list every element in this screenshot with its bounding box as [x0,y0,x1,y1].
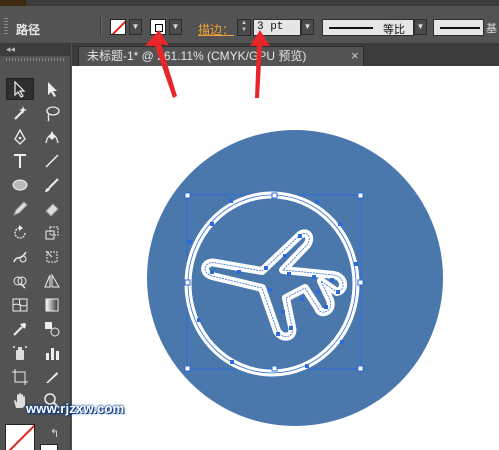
free-transform-icon [45,250,58,263]
pencil-tool[interactable] [6,198,34,220]
eyedropper-icon [13,323,26,336]
slice-tool[interactable] [38,366,66,388]
profile-value: 等比 [383,24,405,36]
artboard-icon [12,369,28,385]
rotate-icon [14,225,26,239]
selection-tool[interactable] [6,78,34,100]
eraser-icon [45,203,59,217]
annotation-arrow-fill [145,30,177,98]
profile-dropdown-chevron-icon[interactable]: ▼ [414,19,427,35]
document-tab[interactable]: 未标题-1* @ 261.11% (CMYK/GPU 预览) × [78,46,364,66]
toolbox-grip [6,58,66,61]
blend-tool[interactable] [38,318,66,340]
slice-icon [46,372,58,383]
ellipse-icon [12,179,28,191]
symbol-sprayer-tool[interactable] [6,342,34,364]
pen-icon [14,128,26,145]
curvature-icon [45,131,59,144]
stroke-weight-dropdown-chevron-icon[interactable]: ▼ [301,19,314,35]
warp-tool[interactable] [6,246,34,268]
column-graph-tool[interactable] [38,342,66,364]
profile-preview-line [329,27,373,29]
mesh-tool[interactable] [6,294,34,316]
scale-tool[interactable] [38,222,66,244]
shape-builder-tool[interactable] [6,270,34,292]
document-tab-title: 未标题-1* @ 261.11% (CMYK/GPU 预览) [87,49,307,63]
perspective-icon [44,273,60,288]
free-transform-tool[interactable] [38,246,66,268]
pen-tool[interactable] [6,126,34,148]
scale-icon [45,226,59,240]
variable-width-profile-select[interactable]: 等比 [322,19,414,36]
lasso-icon [46,106,60,122]
rotate-tool[interactable] [6,222,34,244]
direct-selection-tool[interactable] [38,78,66,100]
shape-builder-icon [13,276,27,289]
symbol-sprayer-icon [13,346,27,360]
artwork [147,130,443,426]
artboard-canvas[interactable] [72,66,499,450]
magic-wand-icon [14,106,27,120]
line-tool[interactable] [38,150,66,172]
brush-definition-select[interactable] [433,19,484,36]
type-tool[interactable] [6,150,34,172]
type-icon [14,154,26,168]
direct-selection-tool-icon [48,82,57,97]
stroke-panel-link[interactable]: 描边： [198,21,234,38]
line-icon [45,154,59,168]
gradient-tool[interactable] [38,294,66,316]
ellipse-tool[interactable] [6,174,34,196]
column-graph-icon [46,348,59,360]
panel-grip[interactable] [4,18,8,34]
warp-icon [13,251,27,263]
divider [100,15,101,37]
fill-color-swatch[interactable] [110,19,126,35]
mesh-icon [12,298,28,312]
eraser-tool[interactable] [38,198,66,220]
toolbox-header[interactable]: ◂◂ [0,44,71,61]
eyedropper-tool[interactable] [6,318,34,340]
annotation-arrow-stroke [250,30,270,98]
close-icon[interactable]: × [351,47,359,65]
pencil-icon [13,201,28,216]
paintbrush-tool[interactable] [38,174,66,196]
collapse-icon[interactable]: ◂◂ [6,44,15,55]
artboard-tool[interactable] [6,366,34,388]
curvature-tool[interactable] [38,126,66,148]
swap-colors-icon[interactable]: ↰ [50,427,59,440]
selection-tool-icon [14,80,26,98]
stepper-up-icon[interactable]: ▲ [238,20,250,27]
lasso-tool[interactable] [38,102,66,124]
fill-swatch-large[interactable] [5,424,35,450]
brush-label: 基 [486,23,497,35]
watermark: www.rjzxw.com [26,401,125,416]
gradient-icon [45,298,59,312]
selection-type-label: 路径 [16,23,41,37]
fill-dropdown-chevron-icon[interactable]: ▼ [129,19,142,35]
stroke-swatch-large[interactable] [40,444,58,450]
magic-wand-tool[interactable] [6,102,34,124]
document-tab-bar: 未标题-1* @ 261.11% (CMYK/GPU 预览) × [72,44,499,66]
paintbrush-icon [45,178,59,192]
perspective-grid-tool[interactable] [38,270,66,292]
blend-icon [45,322,60,337]
toolbox-panel: ◂◂ ↰ [0,44,71,450]
brush-preview-line [440,27,480,29]
